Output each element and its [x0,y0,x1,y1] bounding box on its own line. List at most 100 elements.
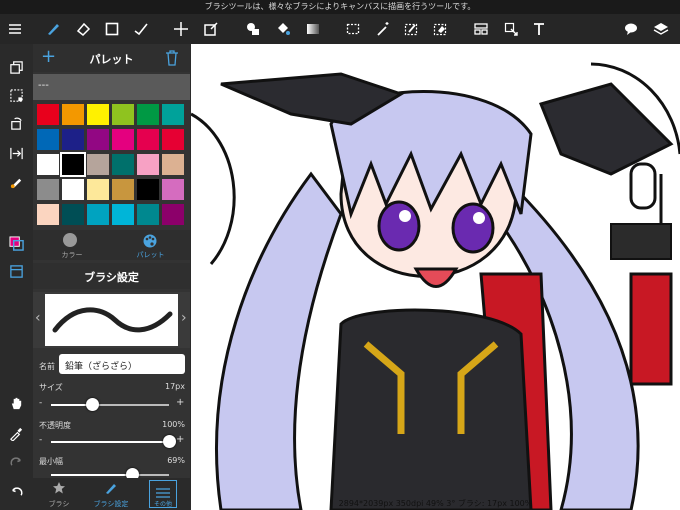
tool-hint-bar: ブラシツールは、様々なブラシによりキャンバスに描画を行うツールです。 [0,0,680,14]
brush-name-value: 鉛筆（ざらざら） [65,362,138,372]
palette-header: + パレット [33,44,190,72]
bucket-icon[interactable] [268,14,298,44]
magic-wand-icon[interactable] [368,14,398,44]
duplicate-icon[interactable] [0,54,33,80]
palette-swatch[interactable] [37,154,59,175]
tab-brush-settings[interactable]: ブラシ設定 [85,478,137,510]
move-icon[interactable] [166,14,196,44]
palette-swatch[interactable] [87,179,109,200]
opacity-minus-button[interactable]: - [39,435,42,445]
min-width-value: 69% [167,456,185,465]
palette-swatch[interactable] [137,104,159,125]
tab-brush[interactable]: ブラシ [33,478,85,510]
palette-swatch[interactable] [37,129,59,150]
brush-settings-icon [104,480,118,499]
palette-swatch[interactable] [137,154,159,175]
layers-icon[interactable] [646,14,676,44]
brush-preview-area: ‹ › [33,292,190,348]
brush-icon[interactable] [38,14,68,44]
brush-stroke-preview [45,294,178,346]
eyedropper-icon[interactable] [0,420,33,446]
drawing-canvas[interactable] [191,44,680,510]
speech-bubble-icon[interactable] [616,14,646,44]
opacity-slider-fill [51,441,169,443]
palette-swatch[interactable] [60,152,86,177]
select-rect-icon[interactable] [338,14,368,44]
palette-swatch[interactable] [87,129,109,150]
palette-swatch[interactable] [162,104,184,125]
palette-swatch[interactable] [162,204,184,225]
palette-swatch[interactable] [137,129,159,150]
min-width-label: 最小幅 [39,457,63,466]
panel-toggle-icon[interactable] [0,258,33,284]
tab-third[interactable]: その他 [149,480,177,508]
tab-palette[interactable]: パレット [111,230,190,260]
left-toolbar [0,44,34,510]
palette-swatch[interactable] [62,179,84,200]
redo-icon[interactable] [0,448,33,474]
opacity-slider-knob[interactable] [163,435,176,448]
size-label: サイズ [39,383,63,392]
transform-icon[interactable] [196,14,226,44]
palette-swatch[interactable] [87,154,109,175]
flip-icon[interactable] [0,140,33,166]
tab-third-label: その他 [153,501,172,508]
canvas-status-bar: 2894*2039px 350dpi 49% 3° ブラシ: 17px 100% [191,498,680,510]
palette-name: --- [38,80,49,91]
prev-brush-icon[interactable]: ‹ [35,310,41,326]
smudge-icon[interactable] [126,14,156,44]
opacity-plus-button[interactable]: + [176,434,184,445]
palette-swatch[interactable] [112,154,134,175]
select-pen-icon[interactable] [396,14,426,44]
size-plus-button[interactable]: + [176,397,184,408]
palette-swatch[interactable] [112,129,134,150]
palette-swatch[interactable] [62,204,84,225]
text-icon[interactable] [524,14,554,44]
fill-shape-icon[interactable] [238,14,268,44]
star-icon [52,480,66,499]
brush-settings-header: ブラシ設定 [33,263,190,289]
side-panel: + パレット --- カラー パレット ブラシ設定 ‹ › 名前 鉛筆（ざらざら… [33,44,190,510]
palette-swatch[interactable] [62,129,84,150]
tab-brush-label: ブラシ [48,500,70,508]
gradient-icon[interactable] [298,14,328,44]
tool-hint-text: ブラシツールは、様々なブラシによりキャンバスに描画を行うツールです。 [204,2,476,11]
next-brush-icon[interactable]: › [181,310,187,326]
palette-swatch[interactable] [162,129,184,150]
palette-swatch[interactable] [37,179,59,200]
palette-name-row[interactable]: --- [33,74,190,100]
brush-name-label: 名前 [39,362,55,371]
palette-swatch[interactable] [112,204,134,225]
select-move-icon[interactable] [496,14,526,44]
palette-swatch[interactable] [112,179,134,200]
size-minus-button[interactable]: - [39,398,42,408]
rotate-icon[interactable] [0,110,33,136]
tab-brush-settings-label: ブラシ設定 [93,500,129,508]
color-picker-swatch-icon[interactable] [0,230,33,256]
size-value: 17px [165,382,185,391]
trash-icon[interactable] [165,50,179,70]
menu-icon[interactable] [0,14,30,44]
rectangle-icon[interactable] [97,14,127,44]
palette-swatch[interactable] [87,204,109,225]
palette-swatch[interactable] [37,204,59,225]
palette-swatch[interactable] [37,104,59,125]
palette-swatch[interactable] [162,154,184,175]
selection-icon[interactable] [0,82,33,108]
pen-color-icon[interactable] [0,168,33,194]
select-eraser-icon[interactable] [425,14,455,44]
undo-icon[interactable] [0,478,33,504]
eraser-icon[interactable] [68,14,98,44]
palette-swatch[interactable] [62,104,84,125]
layout-icon[interactable] [466,14,496,44]
palette-swatch[interactable] [112,104,134,125]
palette-swatch[interactable] [137,204,159,225]
brush-name-field[interactable]: 鉛筆（ざらざら） [59,354,185,374]
size-slider-knob[interactable] [86,398,100,411]
palette-swatch[interactable] [87,104,109,125]
palette-swatch[interactable] [137,179,159,200]
hand-icon[interactable] [0,390,33,416]
palette-swatch[interactable] [162,179,184,200]
palette-swatch-grid [37,104,187,230]
tab-color[interactable]: カラー [33,230,111,260]
